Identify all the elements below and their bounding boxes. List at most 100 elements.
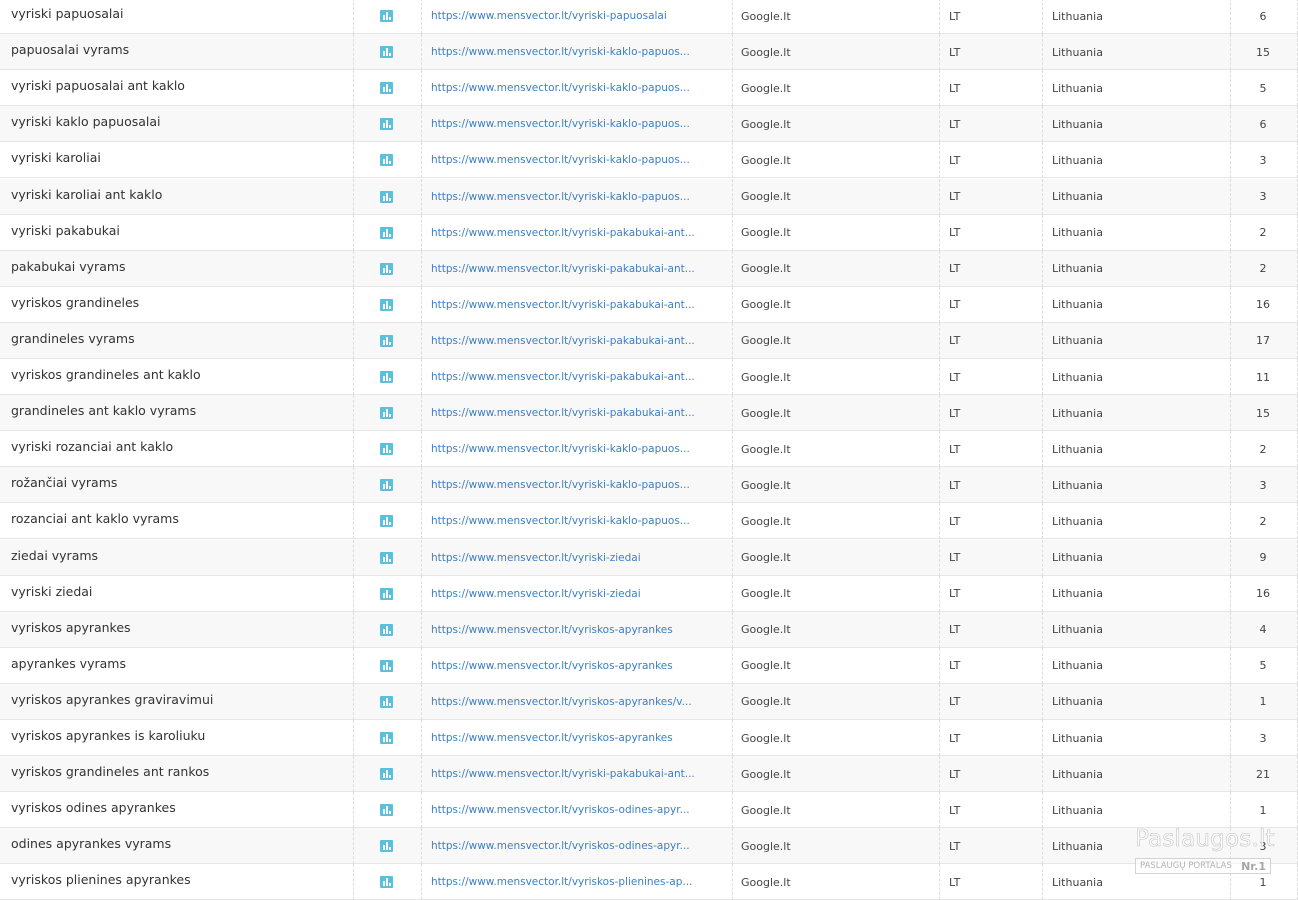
chart-bar-icon[interactable] [380, 46, 393, 59]
url-cell: https://www.mensvector.lt/vyriskos-odine… [422, 792, 733, 829]
country-cell: Lithuania [1043, 828, 1231, 865]
chart-cell [354, 70, 422, 107]
chart-bar-icon[interactable] [380, 515, 393, 528]
engine-text: Google.lt [741, 478, 791, 492]
chart-bar-icon[interactable] [380, 82, 393, 95]
keyword-cell: rožančiai vyrams [0, 467, 354, 504]
chart-bar-icon[interactable] [380, 551, 393, 564]
engine-cell: Google.lt [733, 106, 940, 143]
url-link[interactable]: https://www.mensvector.lt/vyriski-kaklo-… [431, 46, 690, 58]
url-link[interactable]: https://www.mensvector.lt/vyriski-kaklo-… [431, 154, 690, 166]
url-link[interactable]: https://www.mensvector.lt/vyriskos-odine… [431, 840, 690, 852]
country-cell: Lithuania [1043, 864, 1231, 900]
chart-bar-icon[interactable] [380, 659, 393, 672]
keyword-text: vyriski karoliai ant kaklo [11, 186, 163, 202]
keyword-text: vyriskos apyrankes [11, 619, 131, 635]
country-cell: Lithuania [1043, 575, 1231, 612]
url-link[interactable]: https://www.mensvector.lt/vyriski-pakabu… [431, 335, 695, 347]
chart-bar-icon[interactable] [380, 587, 393, 600]
country-cell: Lithuania [1043, 683, 1231, 720]
engine-text: Google.lt [741, 9, 791, 23]
chart-cell [354, 431, 422, 468]
url-link[interactable]: https://www.mensvector.lt/vyriskos-plien… [431, 876, 692, 888]
country-cell: Lithuania [1043, 359, 1231, 395]
country-code-text: LT [949, 226, 961, 240]
chart-bar-icon[interactable] [380, 226, 393, 239]
country-cell: Lithuania [1043, 106, 1231, 143]
url-link[interactable]: https://www.mensvector.lt/vyriski-kaklo-… [431, 118, 690, 130]
chart-cell [354, 539, 422, 576]
chart-bar-icon[interactable] [380, 623, 393, 636]
url-link[interactable]: https://www.mensvector.lt/vyriski-pakabu… [431, 299, 695, 311]
chart-cell [354, 467, 422, 504]
chart-bar-icon[interactable] [380, 479, 393, 492]
chart-bar-icon[interactable] [380, 840, 393, 853]
chart-bar-icon[interactable] [380, 190, 393, 203]
url-link[interactable]: https://www.mensvector.lt/vyriskos-apyra… [431, 660, 673, 672]
table-row: vyriskos grandineles ant kaklo https://w… [0, 359, 1298, 395]
url-link[interactable]: https://www.mensvector.lt/vyriski-pakabu… [431, 371, 695, 383]
position-text: 6 [1259, 9, 1267, 23]
url-link[interactable]: https://www.mensvector.lt/vyriskos-odine… [431, 804, 690, 816]
url-link[interactable]: https://www.mensvector.lt/vyriski-pakabu… [431, 263, 695, 275]
keyword-text: vyriski rozanciai ant kaklo [11, 439, 174, 455]
url-link[interactable]: https://www.mensvector.lt/vyriskos-apyra… [431, 732, 673, 744]
chart-bar-icon[interactable] [380, 768, 393, 781]
keyword-cell: vyriskos plienines apyrankes [0, 864, 354, 900]
keyword-cell: papuosalai vyrams [0, 34, 354, 71]
position-text: 1 [1259, 695, 1267, 709]
position-text: 5 [1259, 81, 1267, 95]
table-row: papuosalai vyrams https://www.mensvector… [0, 34, 1298, 71]
url-link[interactable]: https://www.mensvector.lt/vyriski-kaklo-… [431, 515, 690, 527]
url-link[interactable]: https://www.mensvector.lt/vyriski-kaklo-… [431, 191, 690, 203]
engine-text: Google.lt [741, 442, 791, 456]
engine-text: Google.lt [741, 839, 791, 853]
position-text: 1 [1259, 875, 1267, 889]
chart-bar-icon[interactable] [380, 118, 393, 131]
url-link[interactable]: https://www.mensvector.lt/vyriski-kaklo-… [431, 82, 690, 94]
url-link[interactable]: https://www.mensvector.lt/vyriski-ziedai [431, 552, 641, 564]
url-link[interactable]: https://www.mensvector.lt/vyriski-pakabu… [431, 407, 695, 419]
chart-bar-icon[interactable] [380, 876, 393, 889]
url-cell: https://www.mensvector.lt/vyriski-pakabu… [422, 756, 733, 793]
keyword-cell: vyriskos grandineles ant kaklo [0, 359, 354, 395]
keyword-text: rožančiai vyrams [11, 475, 118, 491]
url-link[interactable]: https://www.mensvector.lt/vyriski-kaklo-… [431, 443, 690, 455]
chart-bar-icon[interactable] [380, 804, 393, 817]
engine-cell: Google.lt [733, 611, 940, 648]
country-cell: Lithuania [1043, 431, 1231, 468]
url-link[interactable]: https://www.mensvector.lt/vyriski-papuos… [431, 10, 667, 22]
position-text: 4 [1259, 623, 1267, 637]
chart-bar-icon[interactable] [380, 407, 393, 420]
url-link[interactable]: https://www.mensvector.lt/vyriski-kaklo-… [431, 479, 690, 491]
url-link[interactable]: https://www.mensvector.lt/vyriskos-apyra… [431, 696, 692, 708]
url-cell: https://www.mensvector.lt/vyriski-pakabu… [422, 359, 733, 395]
chart-bar-icon[interactable] [380, 371, 393, 383]
chart-bar-icon[interactable] [380, 154, 393, 167]
keyword-text: odines apyrankes vyrams [11, 836, 172, 852]
keyword-text: pakabukai vyrams [11, 258, 126, 274]
chart-bar-icon[interactable] [380, 262, 393, 275]
engine-text: Google.lt [741, 551, 791, 564]
engine-text: Google.lt [741, 153, 791, 167]
engine-cell: Google.lt [733, 720, 940, 756]
url-cell: https://www.mensvector.lt/vyriski-pakabu… [422, 395, 733, 432]
position-text: 17 [1256, 334, 1270, 348]
engine-text: Google.lt [741, 875, 791, 889]
url-link[interactable]: https://www.mensvector.lt/vyriski-pakabu… [431, 768, 695, 780]
keyword-cell: vyriskos grandineles [0, 286, 354, 323]
position-text: 2 [1259, 514, 1267, 528]
country-code-text: LT [949, 45, 961, 59]
chart-bar-icon[interactable] [380, 732, 393, 744]
position-cell: 1 [1231, 792, 1298, 829]
chart-bar-icon[interactable] [380, 443, 393, 456]
url-link[interactable]: https://www.mensvector.lt/vyriskos-apyra… [431, 624, 673, 636]
chart-bar-icon[interactable] [380, 10, 393, 22]
chart-bar-icon[interactable] [380, 334, 393, 347]
country-text: Lithuania [1052, 839, 1103, 853]
chart-bar-icon[interactable] [380, 695, 393, 708]
chart-bar-icon[interactable] [380, 298, 393, 311]
engine-cell: Google.lt [733, 431, 940, 468]
url-link[interactable]: https://www.mensvector.lt/vyriski-pakabu… [431, 227, 695, 239]
url-link[interactable]: https://www.mensvector.lt/vyriski-ziedai [431, 588, 641, 600]
